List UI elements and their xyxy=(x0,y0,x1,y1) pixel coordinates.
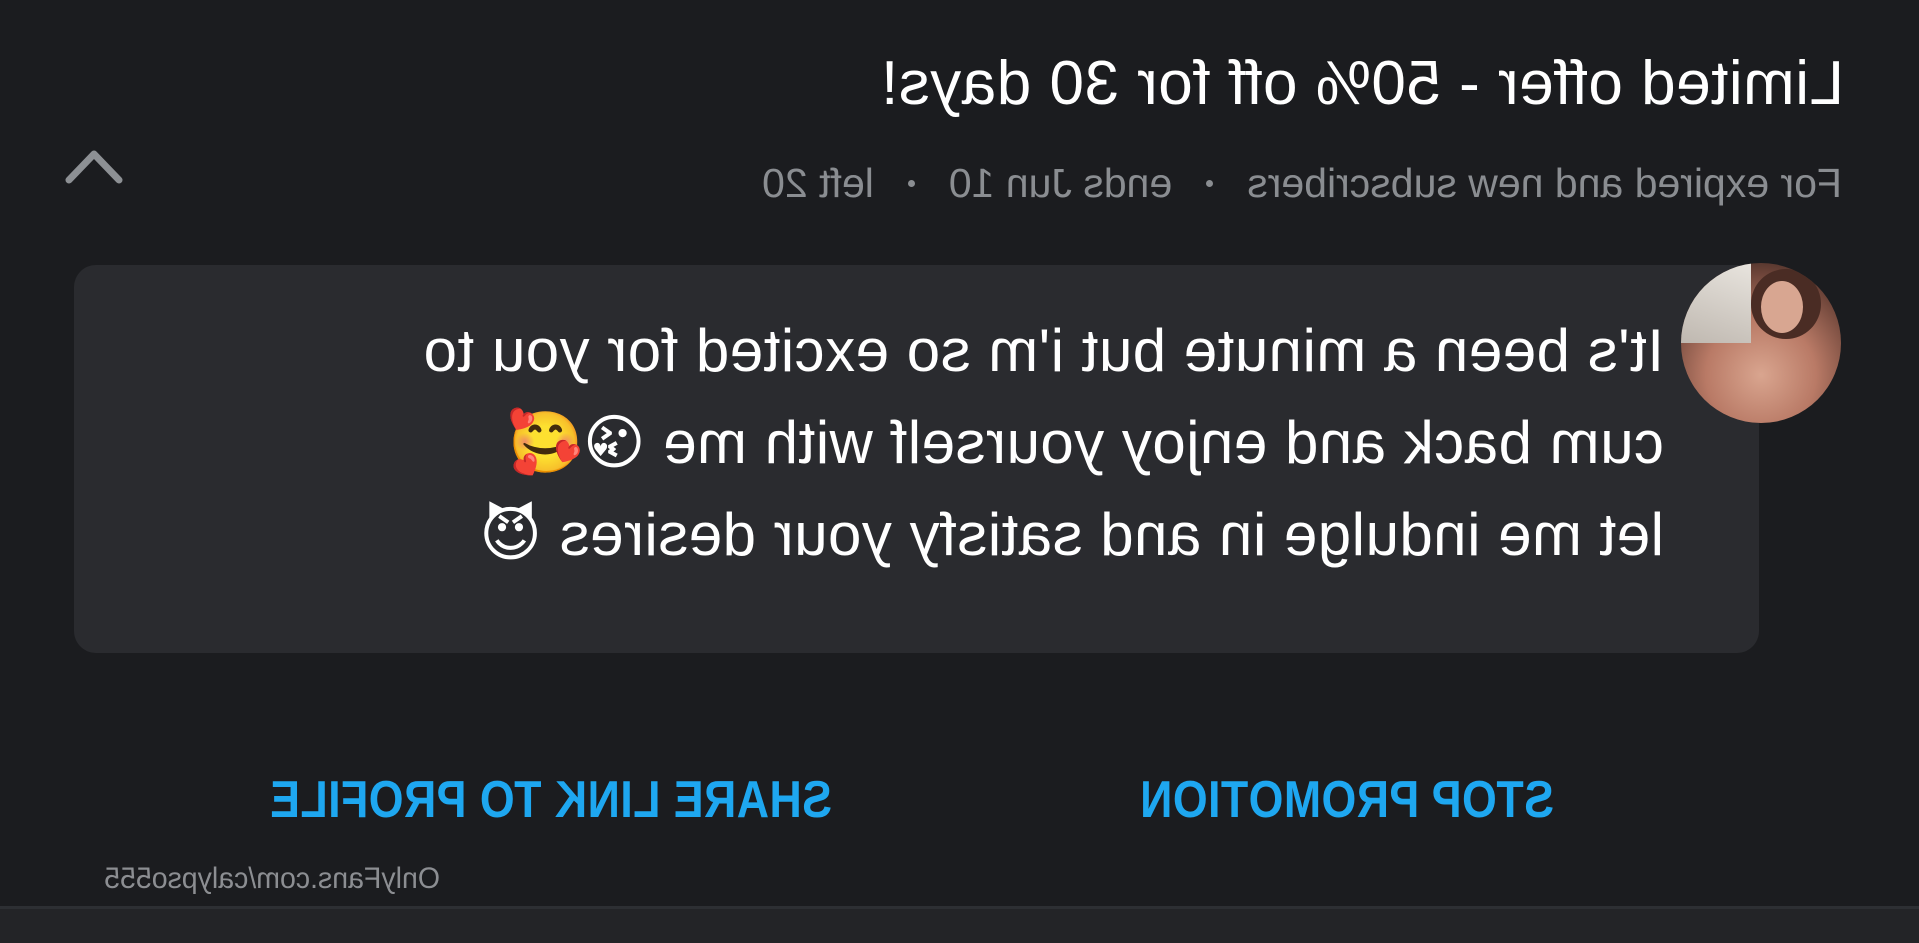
message-line: let me indulge in and satisfy your desir… xyxy=(478,501,1664,568)
separator-dot xyxy=(1206,180,1214,187)
share-link-button[interactable]: SHARE LINK TO PROFILE xyxy=(270,770,832,830)
promotion-screen: Limited offer - 50% off for 30 days! For… xyxy=(0,0,1919,943)
collapse-button[interactable] xyxy=(54,125,134,205)
message-line: It's been a minute but i'm so excited fo… xyxy=(423,317,1664,384)
watermark: OnlyFans.com/calypso555 xyxy=(104,862,440,895)
offer-title: Limited offer - 50% off for 30 days! xyxy=(880,49,1844,118)
offer-remaining: left 20 xyxy=(762,160,874,206)
avatar-face xyxy=(1761,281,1803,333)
avatar-background xyxy=(1681,263,1751,343)
offer-header: Limited offer - 50% off for 30 days! For… xyxy=(64,40,1844,220)
offer-audience: For expired and new subscribers xyxy=(1247,160,1842,206)
chevron-up-icon xyxy=(65,150,123,184)
avatar[interactable] xyxy=(1681,263,1841,423)
offer-meta: For expired and new subscribers ends Jun… xyxy=(762,160,1842,207)
offer-end-date: ends Jun 10 xyxy=(948,160,1173,206)
separator-dot xyxy=(907,180,915,187)
bottom-bar xyxy=(0,909,1919,943)
message-text: It's been a minute but i'm so excited fo… xyxy=(114,305,1664,581)
stop-promotion-button[interactable]: STOP PROMOTION xyxy=(1140,770,1554,830)
message-bubble: It's been a minute but i'm so excited fo… xyxy=(74,265,1759,653)
promotion-actions: STOP PROMOTION SHARE LINK TO PROFILE xyxy=(0,770,1919,840)
message-line: cum back and enjoy yourself with me 😘🥰 xyxy=(507,409,1664,476)
